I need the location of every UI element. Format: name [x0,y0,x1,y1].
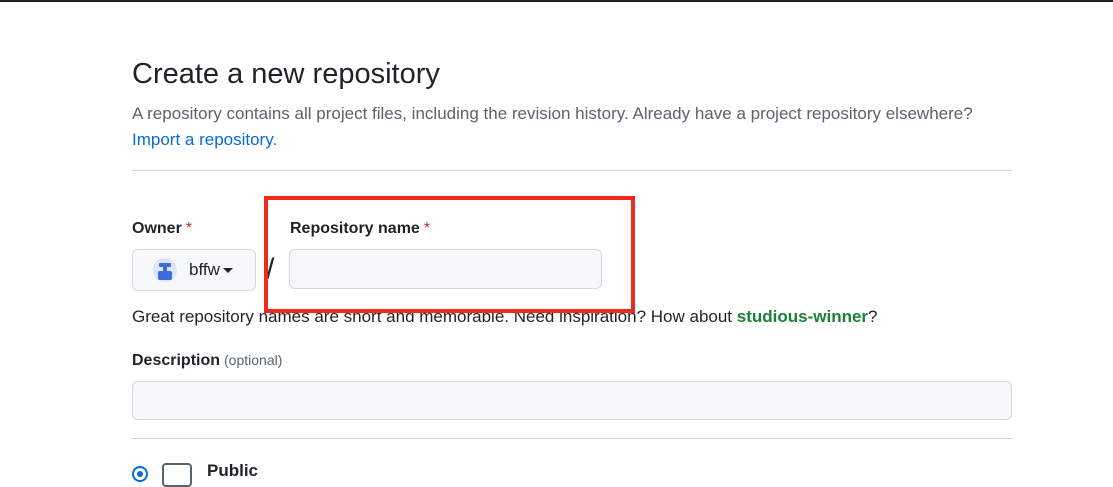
window-top-border [0,0,1113,2]
required-mark: * [423,220,431,237]
section-divider [132,170,1012,171]
section-divider [132,438,1012,439]
owner-dropdown-button[interactable]: bffw [132,249,256,291]
required-mark: * [185,220,193,237]
owner-repo-separator: / [266,253,275,286]
owner-label-text: Owner [132,220,182,237]
repo-name-hint: Great repository names are short and mem… [132,307,878,327]
identicon-avatar [153,258,177,282]
hint-suffix: ? [868,307,878,326]
name-suggestion[interactable]: studious-winner [737,307,868,326]
repo-name-label: Repository name * [290,220,430,238]
optional-mark: (optional) [224,352,283,368]
page-subtitle: A repository contains all project files,… [132,101,1012,153]
import-repository-link[interactable]: Import a repository. [132,130,277,149]
repo-icon [162,463,192,487]
repo-name-label-text: Repository name [290,220,420,237]
page-title: Create a new repository [132,58,440,90]
owner-label: Owner * [132,220,192,238]
subtitle-text: A repository contains all project files,… [132,104,973,123]
caret-down-icon [222,267,233,273]
public-option-label: Public [207,461,259,480]
hint-text: Great repository names are short and mem… [132,307,737,326]
owner-name: bffw [189,260,220,279]
description-label: Description (optional) [132,352,282,370]
repository-name-input[interactable] [289,249,602,289]
description-input[interactable] [132,381,1012,420]
public-radio-button[interactable] [132,466,148,482]
description-label-text: Description [132,352,221,369]
